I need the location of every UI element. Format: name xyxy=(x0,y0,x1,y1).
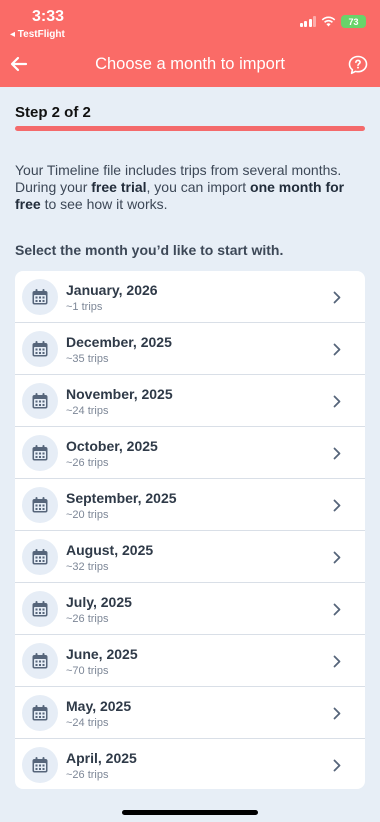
trip-count: ~20 trips xyxy=(66,509,109,521)
month-label: October, 2025 xyxy=(66,438,158,454)
month-row-9[interactable]: April, 2025 ~26 trips xyxy=(15,739,365,789)
chevron-right-icon xyxy=(333,291,341,304)
chevron-right-icon xyxy=(333,707,341,720)
month-label: December, 2025 xyxy=(66,334,172,350)
trip-count: ~26 trips xyxy=(66,457,109,469)
month-row-8[interactable]: May, 2025 ~24 trips xyxy=(15,687,365,739)
calendar-icon xyxy=(22,643,58,679)
month-label: July, 2025 xyxy=(66,594,132,610)
calendar-icon xyxy=(22,695,58,731)
app-header: 3:33 ◂ TestFlight 73 Choose a month to i… xyxy=(0,0,380,87)
page-title: Choose a month to import xyxy=(95,55,285,73)
select-month-label: Select the month you’d like to start wit… xyxy=(15,242,284,258)
trip-count: ~35 trips xyxy=(66,353,109,365)
calendar-icon xyxy=(22,279,58,315)
month-list: January, 2026 ~1 trips December, 2025 ~3… xyxy=(15,271,365,789)
calendar-icon xyxy=(22,487,58,523)
trip-count: ~1 trips xyxy=(66,301,103,313)
status-icons: 73 xyxy=(299,15,366,28)
month-label: September, 2025 xyxy=(66,490,177,506)
wifi-icon xyxy=(321,16,336,27)
month-label: November, 2025 xyxy=(66,386,173,402)
intro-free-trial: free trial xyxy=(91,179,147,195)
help-chat-icon[interactable] xyxy=(347,54,369,76)
month-row-0[interactable]: January, 2026 ~1 trips xyxy=(15,271,365,323)
home-indicator xyxy=(122,810,258,815)
chevron-right-icon xyxy=(333,395,341,408)
calendar-icon xyxy=(22,539,58,575)
month-label: April, 2025 xyxy=(66,750,137,766)
chevron-right-icon xyxy=(333,499,341,512)
month-row-2[interactable]: November, 2025 ~24 trips xyxy=(15,375,365,427)
calendar-icon xyxy=(22,435,58,471)
month-label: January, 2026 xyxy=(66,282,158,298)
signal-icon xyxy=(299,16,316,27)
month-label: June, 2025 xyxy=(66,646,138,662)
trip-count: ~26 trips xyxy=(66,613,109,625)
intro-text-part: to see how it works. xyxy=(40,196,168,212)
calendar-icon xyxy=(22,383,58,419)
status-time: 3:33 xyxy=(32,8,65,25)
step-indicator: Step 2 of 2 xyxy=(15,104,91,121)
month-row-3[interactable]: October, 2025 ~26 trips xyxy=(15,427,365,479)
month-label: August, 2025 xyxy=(66,542,154,558)
calendar-icon xyxy=(22,747,58,783)
chevron-right-icon xyxy=(333,343,341,356)
month-row-5[interactable]: August, 2025 ~32 trips xyxy=(15,531,365,583)
back-arrow-icon[interactable] xyxy=(9,54,29,74)
month-row-6[interactable]: July, 2025 ~26 trips xyxy=(15,583,365,635)
chevron-right-icon xyxy=(333,759,341,772)
chevron-right-icon xyxy=(333,447,341,460)
chevron-right-icon xyxy=(333,603,341,616)
intro-text-part: , you can import xyxy=(146,179,251,195)
calendar-icon xyxy=(22,331,58,367)
trip-count: ~26 trips xyxy=(66,769,109,781)
trip-count: ~24 trips xyxy=(66,405,109,417)
month-label: May, 2025 xyxy=(66,698,132,714)
calendar-icon xyxy=(22,591,58,627)
chevron-right-icon xyxy=(333,655,341,668)
trip-count: ~24 trips xyxy=(66,717,109,729)
chevron-right-icon xyxy=(333,551,341,564)
month-row-4[interactable]: September, 2025 ~20 trips xyxy=(15,479,365,531)
trip-count: ~70 trips xyxy=(66,665,109,677)
trip-count: ~32 trips xyxy=(66,561,109,573)
battery-icon: 73 xyxy=(341,15,366,28)
testflight-back-link[interactable]: ◂ TestFlight xyxy=(10,29,65,40)
step-progress-bar xyxy=(15,126,365,131)
month-row-1[interactable]: December, 2025 ~35 trips xyxy=(15,323,365,375)
intro-text: Your Timeline file includes trips from s… xyxy=(15,162,370,213)
month-row-7[interactable]: June, 2025 ~70 trips xyxy=(15,635,365,687)
